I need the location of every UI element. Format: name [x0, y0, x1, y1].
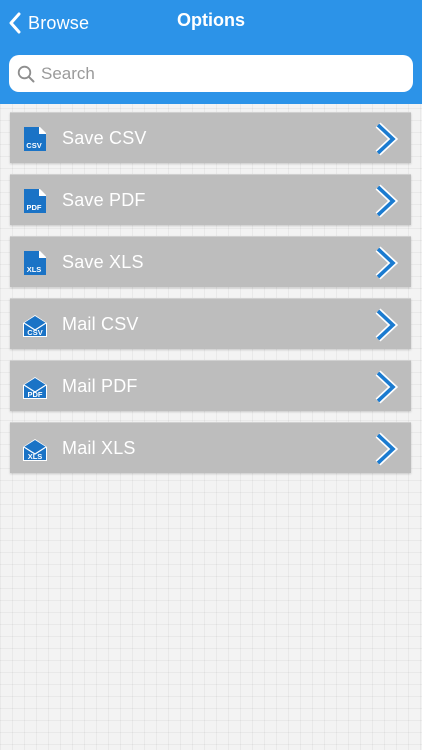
mail-file-icon: XLS [23, 436, 47, 462]
option-label: Mail PDF [62, 376, 138, 396]
option-label: Mail XLS [62, 438, 136, 458]
chevron-right-icon [373, 184, 399, 218]
chevron-right-icon [373, 122, 399, 156]
save-file-icon: CSV [23, 126, 47, 152]
search-bar[interactable] [9, 55, 413, 92]
navigation-bar: Browse Options [0, 0, 422, 104]
back-button-label: Browse [28, 12, 90, 33]
option-label: Mail CSV [62, 314, 139, 334]
option-label: Save PDF [62, 190, 146, 210]
chevron-right-icon [373, 432, 399, 466]
back-button[interactable]: Browse [8, 8, 89, 38]
save-file-icon: XLS [23, 250, 47, 276]
option-mail-csv[interactable]: CSV Mail CSV [10, 298, 411, 349]
chevron-left-icon [9, 12, 21, 34]
options-list: CSV Save CSV PDF Save PDF XLS Save XLS C… [10, 112, 411, 484]
file-badge: XLS [27, 265, 42, 274]
option-mail-xls[interactable]: XLS Mail XLS [10, 422, 411, 473]
mail-file-icon: PDF [23, 374, 47, 400]
file-badge: CSV [27, 328, 42, 337]
chevron-right-icon [373, 246, 399, 280]
option-label: Save XLS [62, 252, 144, 272]
file-badge: CSV [26, 141, 41, 150]
option-save-xls[interactable]: XLS Save XLS [10, 236, 411, 287]
option-save-pdf[interactable]: PDF Save PDF [10, 174, 411, 225]
option-mail-pdf[interactable]: PDF Mail PDF [10, 360, 411, 411]
save-file-icon: PDF [23, 188, 47, 214]
search-input[interactable] [41, 63, 401, 84]
option-label: Save CSV [62, 128, 147, 148]
mail-file-icon: CSV [23, 312, 47, 338]
file-badge: PDF [27, 203, 42, 212]
option-save-csv[interactable]: CSV Save CSV [10, 112, 411, 163]
chevron-right-icon [373, 308, 399, 342]
file-badge: PDF [28, 390, 43, 399]
chevron-right-icon [373, 370, 399, 404]
file-badge: XLS [28, 452, 43, 461]
search-icon [17, 65, 35, 83]
